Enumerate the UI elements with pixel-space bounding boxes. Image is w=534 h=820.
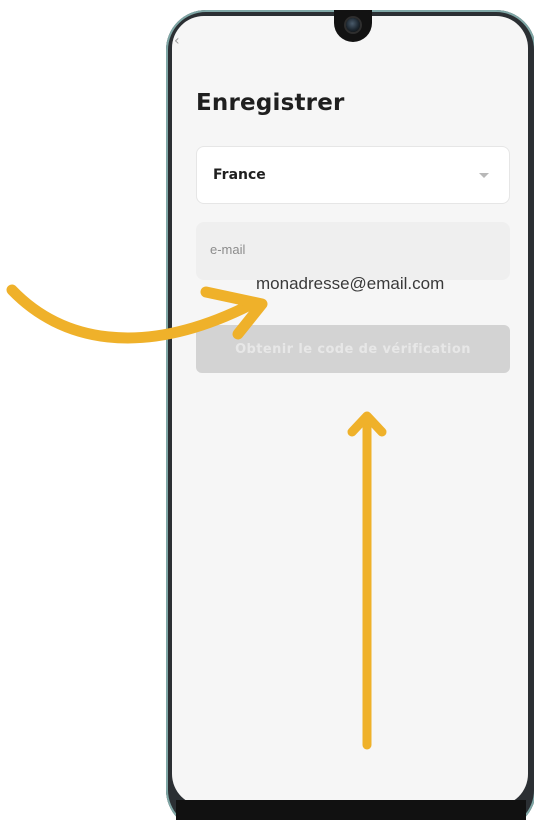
page-title: Enregistrer	[196, 90, 345, 116]
country-select[interactable]: France	[196, 146, 510, 204]
email-example-annotation: monadresse@email.com	[256, 274, 445, 293]
email-placeholder: e-mail	[210, 242, 246, 257]
screenshot-stage: ‹ Enregistrer France e-mail monadresse@e…	[0, 0, 534, 820]
phone-screen	[172, 16, 528, 806]
phone-bottom-bezel	[176, 800, 526, 820]
email-field[interactable]: e-mail	[196, 222, 510, 280]
country-select-value: France	[213, 167, 266, 183]
chevron-left-icon[interactable]: ‹	[174, 34, 186, 48]
get-verification-code-button[interactable]: Obtenir le code de vérification	[196, 325, 510, 373]
camera-icon	[346, 18, 360, 32]
caret-down-icon	[479, 173, 489, 178]
